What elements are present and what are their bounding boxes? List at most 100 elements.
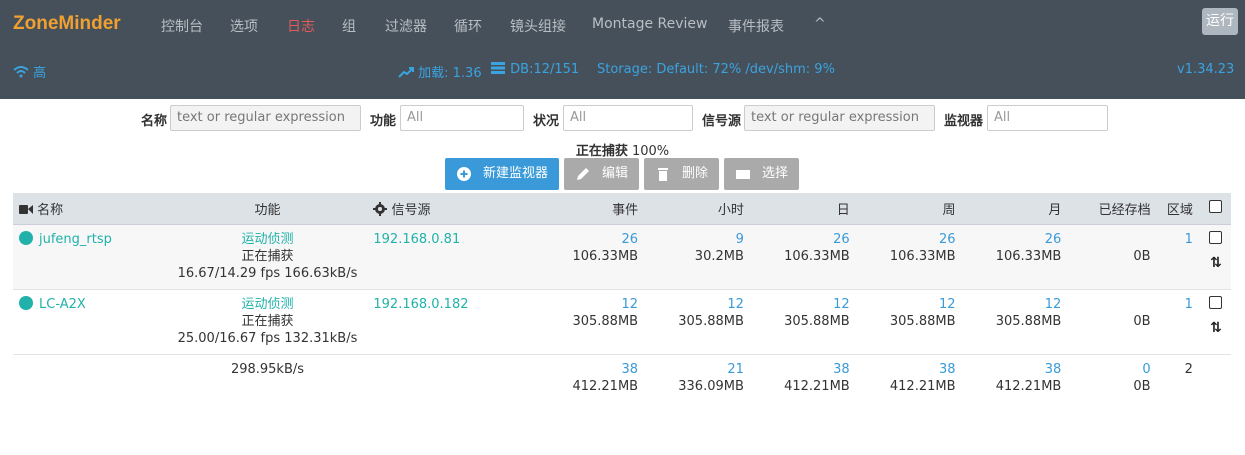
add-monitor-button[interactable]: 新建监视器 xyxy=(445,158,559,190)
db-text: DB:12/151 xyxy=(510,62,580,77)
total-day-link[interactable]: 38 xyxy=(760,361,850,378)
brand-logo[interactable]: ZoneMinder xyxy=(13,13,121,35)
archived-size: 0B xyxy=(1133,314,1151,329)
events-size: 305.88MB xyxy=(572,314,639,329)
nav-montage-review[interactable]: Montage Review xyxy=(592,16,708,32)
function-link[interactable]: 运动侦测 xyxy=(178,231,358,248)
events-link[interactable]: 12 xyxy=(550,296,639,313)
day-link[interactable]: 26 xyxy=(760,231,850,248)
add-monitor-label: 新建监视器 xyxy=(483,166,549,181)
month-size: 106.33MB xyxy=(995,249,1062,264)
monitor-fps: 25.00/16.67 fps 132.31kB/s xyxy=(177,331,358,346)
week-link[interactable]: 26 xyxy=(866,231,956,248)
nav-collapse-toggle[interactable]: ^ xyxy=(814,16,826,32)
run-state-button[interactable]: 运行 xyxy=(1202,8,1238,35)
col-month[interactable]: 月 xyxy=(963,193,1070,225)
events-size: 106.33MB xyxy=(572,249,639,264)
day-link[interactable]: 12 xyxy=(760,296,850,313)
total-zones: 2 xyxy=(1184,362,1193,377)
total-archived-link[interactable]: 0 xyxy=(1077,361,1150,378)
edit-label: 编辑 xyxy=(602,166,629,181)
events-link[interactable]: 26 xyxy=(550,231,639,248)
nav-options[interactable]: 选项 xyxy=(230,16,258,36)
filter-source-input[interactable]: text or regular expression xyxy=(744,105,935,131)
month-link[interactable]: 26 xyxy=(972,231,1062,248)
filter-status-select[interactable]: All xyxy=(563,105,693,131)
nav-event-report[interactable]: 事件报表 xyxy=(728,16,784,36)
bandwidth-indicator[interactable]: 高 xyxy=(13,62,46,81)
hour-link[interactable]: 9 xyxy=(654,231,744,248)
col-zones[interactable]: 区域 xyxy=(1158,193,1201,225)
col-week[interactable]: 周 xyxy=(857,193,964,225)
load-text: 加载: 1.36 xyxy=(418,66,482,81)
sort-arrows-icon[interactable]: ⇅ xyxy=(1209,320,1223,337)
col-archived[interactable]: 已经存档 xyxy=(1069,193,1159,225)
col-function[interactable]: 功能 xyxy=(169,193,366,225)
month-size: 305.88MB xyxy=(995,314,1062,329)
nav-log[interactable]: 日志 xyxy=(287,16,315,36)
total-day-size: 412.21MB xyxy=(784,379,850,394)
total-hour-size: 336.09MB xyxy=(678,379,744,394)
capture-value: 100% xyxy=(631,144,670,159)
col-name[interactable]: 名称 xyxy=(13,193,170,225)
day-size: 305.88MB xyxy=(784,314,850,329)
col-events[interactable]: 事件 xyxy=(542,193,647,225)
nav-groups[interactable]: 组 xyxy=(342,16,356,36)
select-button[interactable]: 选择 xyxy=(724,158,799,190)
monitor-name-link[interactable]: jufeng_rtsp xyxy=(39,232,112,247)
source-link[interactable]: 192.168.0.182 xyxy=(373,297,468,312)
db-status: DB:12/151 xyxy=(490,62,579,77)
monitor-name-link[interactable]: LC-A2X xyxy=(39,297,86,312)
col-source-label: 信号源 xyxy=(391,203,431,218)
plus-circle-icon xyxy=(457,167,471,181)
sort-arrows-icon[interactable]: ⇅ xyxy=(1209,255,1223,272)
zones-link[interactable]: 1 xyxy=(1185,297,1193,312)
table-row: LC-A2X 运动侦测 正在捕获 25.00/16.67 fps 132.31k… xyxy=(13,289,1231,355)
filter-monitor-label: 监视器 xyxy=(944,114,984,129)
col-source[interactable]: 信号源 xyxy=(365,193,543,225)
version-label[interactable]: v1.34.23 xyxy=(1177,62,1234,77)
filter-function-select[interactable]: All xyxy=(400,105,524,131)
source-link[interactable]: 192.168.0.81 xyxy=(373,232,460,247)
trash-icon xyxy=(658,168,668,181)
row-checkbox[interactable] xyxy=(1209,231,1223,244)
week-size: 106.33MB xyxy=(889,249,956,264)
archived-size: 0B xyxy=(1133,249,1151,264)
nav-filters[interactable]: 过滤器 xyxy=(385,16,427,36)
col-select-all[interactable] xyxy=(1200,193,1231,225)
filter-name-label: 名称 xyxy=(141,114,168,129)
row-checkbox[interactable] xyxy=(1209,296,1223,309)
total-month-link[interactable]: 38 xyxy=(972,361,1062,378)
filter-status-label: 状况 xyxy=(533,114,560,129)
total-events-size: 412.21MB xyxy=(572,379,639,394)
gear-icon xyxy=(373,202,388,216)
filter-source-label: 信号源 xyxy=(702,114,742,129)
camera-icon xyxy=(19,205,33,214)
hour-link[interactable]: 12 xyxy=(654,296,744,313)
status-dot-icon xyxy=(19,231,33,245)
filter-name-input[interactable]: text or regular expression xyxy=(170,105,361,131)
zones-link[interactable]: 1 xyxy=(1185,232,1193,247)
nav-cycle[interactable]: 循环 xyxy=(454,16,482,36)
function-link[interactable]: 运动侦测 xyxy=(178,296,358,313)
month-link[interactable]: 12 xyxy=(972,296,1062,313)
week-link[interactable]: 12 xyxy=(866,296,956,313)
delete-button[interactable]: 删除 xyxy=(644,158,719,190)
col-hour[interactable]: 小时 xyxy=(646,193,752,225)
day-size: 106.33MB xyxy=(784,249,850,264)
select-all-checkbox[interactable] xyxy=(1209,200,1223,213)
nav-montage[interactable]: 镜头组接 xyxy=(510,16,566,36)
total-hour-link[interactable]: 21 xyxy=(654,361,744,378)
storage-status: Storage: Default: 72% /dev/shm: 9% xyxy=(597,62,835,77)
total-events-link[interactable]: 38 xyxy=(550,361,639,378)
total-week-link[interactable]: 38 xyxy=(866,361,956,378)
total-week-size: 412.21MB xyxy=(889,379,956,394)
col-name-label: 名称 xyxy=(37,203,64,218)
col-day[interactable]: 日 xyxy=(751,193,858,225)
filter-bar: 名称 text or regular expression 功能 All 状况 … xyxy=(0,105,1245,135)
week-size: 305.88MB xyxy=(889,314,956,329)
nav-console[interactable]: 控制台 xyxy=(161,16,203,36)
totals-row: 298.95kB/s 38 412.21MB 21 336.09MB 38 412.2… xyxy=(13,355,1231,408)
filter-monitor-select[interactable]: All xyxy=(987,105,1108,131)
edit-button[interactable]: 编辑 xyxy=(564,158,639,190)
